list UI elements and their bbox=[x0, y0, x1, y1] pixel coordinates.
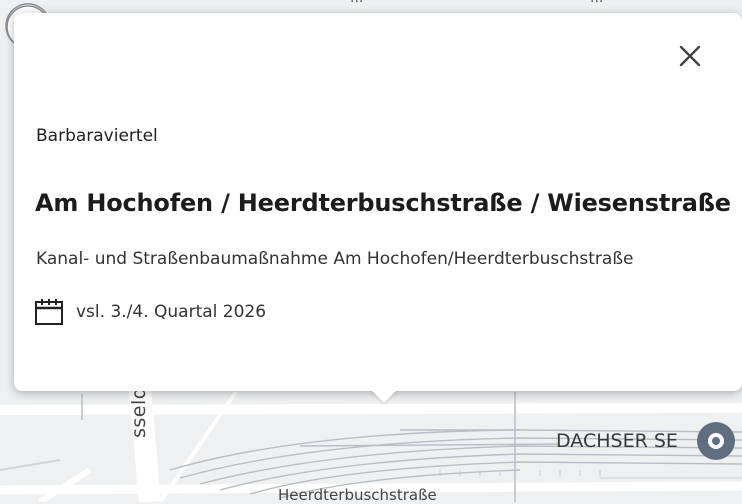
construction-info-popup: Barbaraviertel Am Hochofen / Heerdterbus… bbox=[14, 13, 742, 391]
project-date: vsl. 3./4. Quartal 2026 bbox=[76, 302, 267, 322]
date-row: vsl. 3./4. Quartal 2026 bbox=[34, 297, 266, 327]
project-description: Kanal- und Straßenbaumaßnahme Am Hochofe… bbox=[36, 249, 634, 269]
map-label-top-partial: ··· bbox=[350, 0, 364, 10]
location-pin-icon[interactable] bbox=[697, 422, 735, 460]
calendar-icon bbox=[35, 299, 63, 325]
street-label-heerdterbuschstrasse: Heerdterbuschstraße bbox=[278, 486, 437, 504]
poi-label-dachser: DACHSER SE bbox=[556, 430, 678, 452]
popup-arrow bbox=[370, 389, 398, 403]
project-title: Am Hochofen / Heerdterbuschstraße / Wies… bbox=[35, 189, 731, 217]
district-label: Barbaraviertel bbox=[36, 126, 158, 146]
map-label-top-partial: ··· bbox=[590, 0, 604, 10]
close-icon[interactable] bbox=[674, 40, 706, 72]
